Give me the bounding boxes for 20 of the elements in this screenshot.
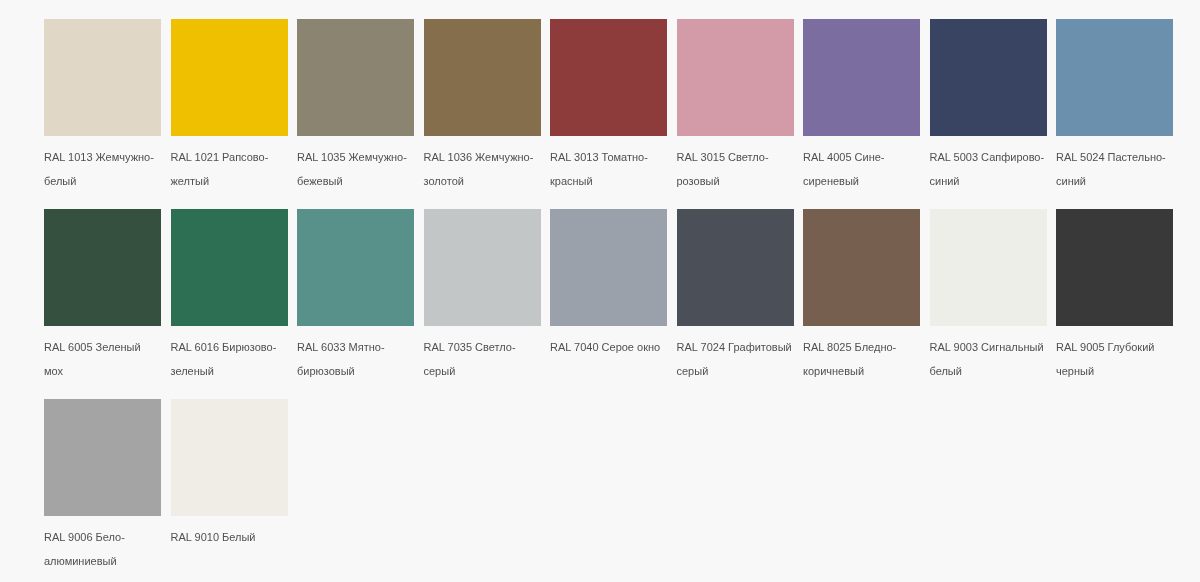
color-label: RAL 1013 Жемчужно-белый: [44, 150, 155, 189]
color-label: RAL 7024 Графитовый серый: [676, 340, 793, 379]
color-label: RAL 7040 Серое окно: [550, 340, 662, 355]
color-label: RAL 9003 Сигнальный белый: [929, 340, 1045, 379]
color-label: RAL 1036 Жемчужно-золотой: [423, 150, 535, 189]
color-label: RAL 5003 Сапфирово-синий: [929, 150, 1046, 189]
color-label: RAL 1021 Рапсово-желтый: [170, 150, 270, 189]
color-label: RAL 7035 Светло-серый: [423, 340, 517, 379]
color-label: RAL 4005 Сине-сиреневый: [803, 150, 886, 189]
color-label: RAL 1035 Жемчужно-бежевый: [297, 150, 408, 189]
color-label: RAL 9006 Бело-алюминиевый: [44, 530, 126, 569]
color-label: RAL 6016 Бирюзово-зеленый: [170, 340, 278, 379]
color-label: RAL 3013 Томатно-красный: [550, 150, 649, 189]
color-label: RAL 6033 Мятно-бирюзовый: [297, 340, 386, 379]
color-label: RAL 9005 Глубокий черный: [1056, 340, 1156, 379]
color-label: RAL 8025 Бледно-коричневый: [803, 340, 898, 379]
color-label: RAL 3015 Светло-розовый: [676, 150, 770, 189]
color-label: RAL 9010 Белый: [170, 530, 257, 545]
color-label: RAL 5024 Пастельно-синий: [1056, 150, 1167, 189]
color-label: RAL 6005 Зеленый мох: [44, 340, 142, 379]
